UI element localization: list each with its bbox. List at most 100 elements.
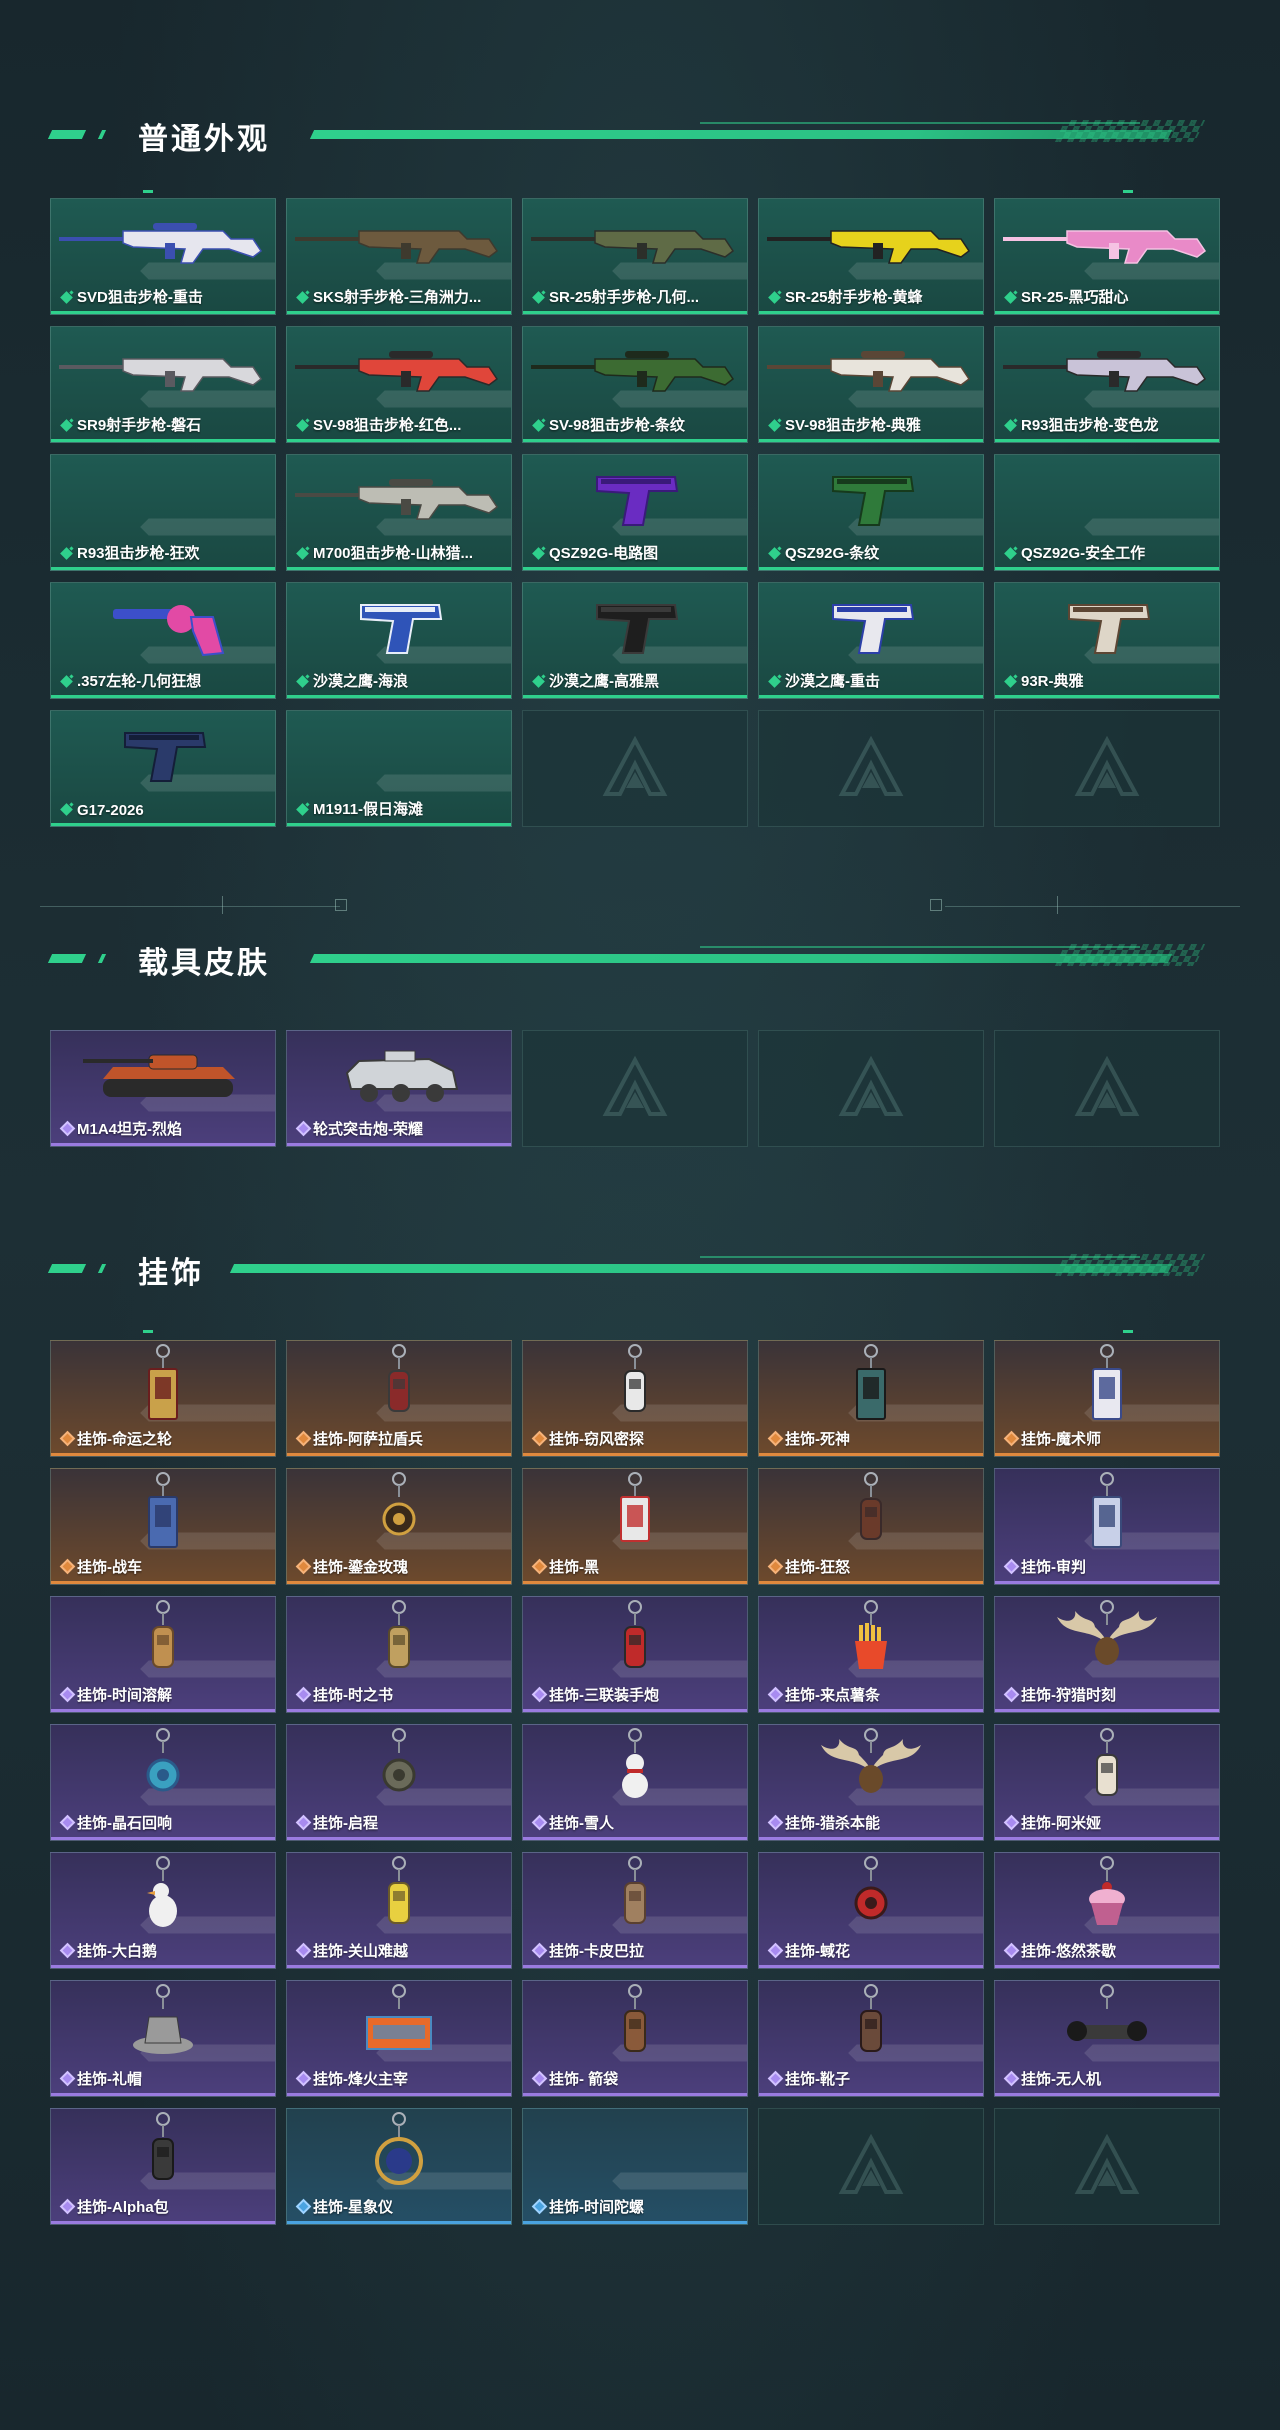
item-card[interactable]: QSZ92G-电路图 xyxy=(522,454,748,571)
item-card[interactable]: .357左轮-几何狂想 xyxy=(50,582,276,699)
item-card[interactable]: 挂饰-晶石回响 xyxy=(50,1724,276,1841)
item-label: 挂饰-晶石回响 xyxy=(77,1815,172,1832)
item-card[interactable]: 挂饰-蜮花 xyxy=(758,1852,984,1969)
tank-icon xyxy=(83,1054,235,1097)
item-label: QSZ92G-电路图 xyxy=(549,545,659,562)
item-image xyxy=(287,455,511,541)
item-label: 93R-典雅 xyxy=(1021,673,1084,690)
item-card[interactable]: 挂饰-窃风密探 xyxy=(522,1340,748,1457)
item-card[interactable]: 挂饰-狩猎时刻 xyxy=(994,1596,1220,1713)
item-card[interactable]: 挂饰-卡皮巴拉 xyxy=(522,1852,748,1969)
item-card[interactable]: 挂饰-魔术师 xyxy=(994,1340,1220,1457)
item-card[interactable]: 挂饰-战车 xyxy=(50,1468,276,1585)
section-title: 普通外观 xyxy=(138,123,270,156)
item-label: G17-2026 xyxy=(77,802,144,819)
item-card[interactable]: 挂饰-三联装手炮 xyxy=(522,1596,748,1713)
capybara-charm-icon xyxy=(624,1856,646,1924)
item-card[interactable]: 挂饰-命运之轮 xyxy=(50,1340,276,1457)
rarity-gem-icon xyxy=(59,1686,76,1703)
item-card[interactable]: M700狙击步枪-山林猎... xyxy=(286,454,512,571)
item-card[interactable]: SV-98狙击步枪-条纹 xyxy=(522,326,748,443)
item-card[interactable]: 挂饰-鎏金玫瑰 xyxy=(286,1468,512,1585)
item-card[interactable]: SR-25射手步枪-黄蜂 xyxy=(758,198,984,315)
item-card[interactable]: 挂饰-死神 xyxy=(758,1340,984,1457)
item-label: 挂饰-烽火主宰 xyxy=(313,2071,408,2088)
snowman-charm-icon xyxy=(622,1728,648,1798)
item-card[interactable]: 挂饰-大白鹅 xyxy=(50,1852,276,1969)
item-card[interactable]: QSZ92G-条纹 xyxy=(758,454,984,571)
item-card[interactable]: SR-25-黑巧甜心 xyxy=(994,198,1220,315)
item-card[interactable]: G17-2026 xyxy=(50,710,276,827)
rarity-gem-icon xyxy=(60,291,73,304)
item-image xyxy=(287,583,511,669)
item-image xyxy=(759,1725,983,1811)
item-card[interactable]: 挂饰-关山难越 xyxy=(286,1852,512,1969)
item-card[interactable]: 挂饰- 箭袋 xyxy=(522,1980,748,2097)
item-image xyxy=(523,1597,747,1683)
item-image xyxy=(523,1981,747,2067)
item-card[interactable]: 挂饰-黑 xyxy=(522,1468,748,1585)
item-card[interactable]: 沙漠之鹰-海浪 xyxy=(286,582,512,699)
rarity-gem-icon xyxy=(1003,1558,1020,1575)
item-image xyxy=(523,1341,747,1427)
item-card[interactable]: SVD狙击步枪-重击 xyxy=(50,198,276,315)
item-card[interactable]: 挂饰-星象仪 xyxy=(286,2108,512,2225)
sniper-rifle-icon xyxy=(1003,351,1207,392)
rifle-icon xyxy=(531,230,735,264)
item-card[interactable]: 挂饰-时间溶解 xyxy=(50,1596,276,1713)
item-card[interactable]: 挂饰-启程 xyxy=(286,1724,512,1841)
item-card[interactable]: 挂饰-靴子 xyxy=(758,1980,984,2097)
item-card[interactable]: SR9射手步枪-磐石 xyxy=(50,326,276,443)
item-card[interactable]: SKS射手步枪-三角洲力... xyxy=(286,198,512,315)
item-card[interactable]: QSZ92G-安全工作 xyxy=(994,454,1220,571)
item-card[interactable]: 挂饰-雪人 xyxy=(522,1724,748,1841)
section-title: 载具皮肤 xyxy=(138,947,270,980)
item-card[interactable]: 轮式突击炮-荣耀 xyxy=(286,1030,512,1147)
item-card[interactable]: 挂饰-时间陀螺 xyxy=(522,2108,748,2225)
item-card[interactable]: 挂饰-狂怒 xyxy=(758,1468,984,1585)
rarity-gem-icon xyxy=(531,1942,548,1959)
item-card[interactable]: 挂饰-阿萨拉盾兵 xyxy=(286,1340,512,1457)
item-card[interactable]: 挂饰-礼帽 xyxy=(50,1980,276,2097)
item-card[interactable]: M1911-假日海滩 xyxy=(286,710,512,827)
corner-dash xyxy=(143,190,153,193)
item-card[interactable]: 挂饰-无人机 xyxy=(994,1980,1220,2097)
item-card[interactable]: 沙漠之鹰-高雅黑 xyxy=(522,582,748,699)
item-card[interactable]: 挂饰-时之书 xyxy=(286,1596,512,1713)
empty-slot xyxy=(994,1030,1220,1147)
item-image xyxy=(51,1853,275,1939)
item-image xyxy=(523,455,747,541)
rarity-gem-icon xyxy=(1004,291,1017,304)
item-label: 沙漠之鹰-海浪 xyxy=(313,673,408,690)
item-card[interactable]: 挂饰-烽火主宰 xyxy=(286,1980,512,2097)
item-card[interactable]: 挂饰-阿米娅 xyxy=(994,1724,1220,1841)
item-image xyxy=(759,1981,983,2067)
item-label: 挂饰-命运之轮 xyxy=(77,1431,172,1448)
item-card[interactable]: R93狙击步枪-狂欢 xyxy=(50,454,276,571)
item-label: 挂饰-死神 xyxy=(785,1431,850,1448)
corner-dash xyxy=(1123,190,1133,193)
item-image xyxy=(51,1597,275,1683)
rarity-gem-icon xyxy=(768,675,781,688)
item-card[interactable]: R93狙击步枪-变色龙 xyxy=(994,326,1220,443)
item-card[interactable]: SV-98狙击步枪-红色... xyxy=(286,326,512,443)
item-label: 沙漠之鹰-高雅黑 xyxy=(549,673,659,690)
item-card[interactable]: 挂饰-猎杀本能 xyxy=(758,1724,984,1841)
item-card[interactable]: 挂饰-悠然茶歇 xyxy=(994,1852,1220,1969)
item-card[interactable]: M1A4坦克-烈焰 xyxy=(50,1030,276,1147)
item-card[interactable]: 挂饰-Alpha包 xyxy=(50,2108,276,2225)
item-card[interactable]: SR-25射手步枪-几何... xyxy=(522,198,748,315)
item-card[interactable]: 挂饰-审判 xyxy=(994,1468,1220,1585)
rarity-gem-icon xyxy=(295,1558,312,1575)
item-image xyxy=(51,2109,275,2195)
rarity-gem-icon xyxy=(296,675,309,688)
item-card[interactable]: SV-98狙击步枪-典雅 xyxy=(758,326,984,443)
item-image xyxy=(287,327,511,413)
empty-slot xyxy=(758,1030,984,1147)
item-card[interactable]: 沙漠之鹰-重击 xyxy=(758,582,984,699)
item-label: SVD狙击步枪-重击 xyxy=(77,289,203,306)
item-card[interactable]: 挂饰-来点薯条 xyxy=(758,1596,984,1713)
item-card[interactable]: 93R-典雅 xyxy=(994,582,1220,699)
revolver-icon xyxy=(113,605,225,657)
empty-slot xyxy=(994,2108,1220,2225)
